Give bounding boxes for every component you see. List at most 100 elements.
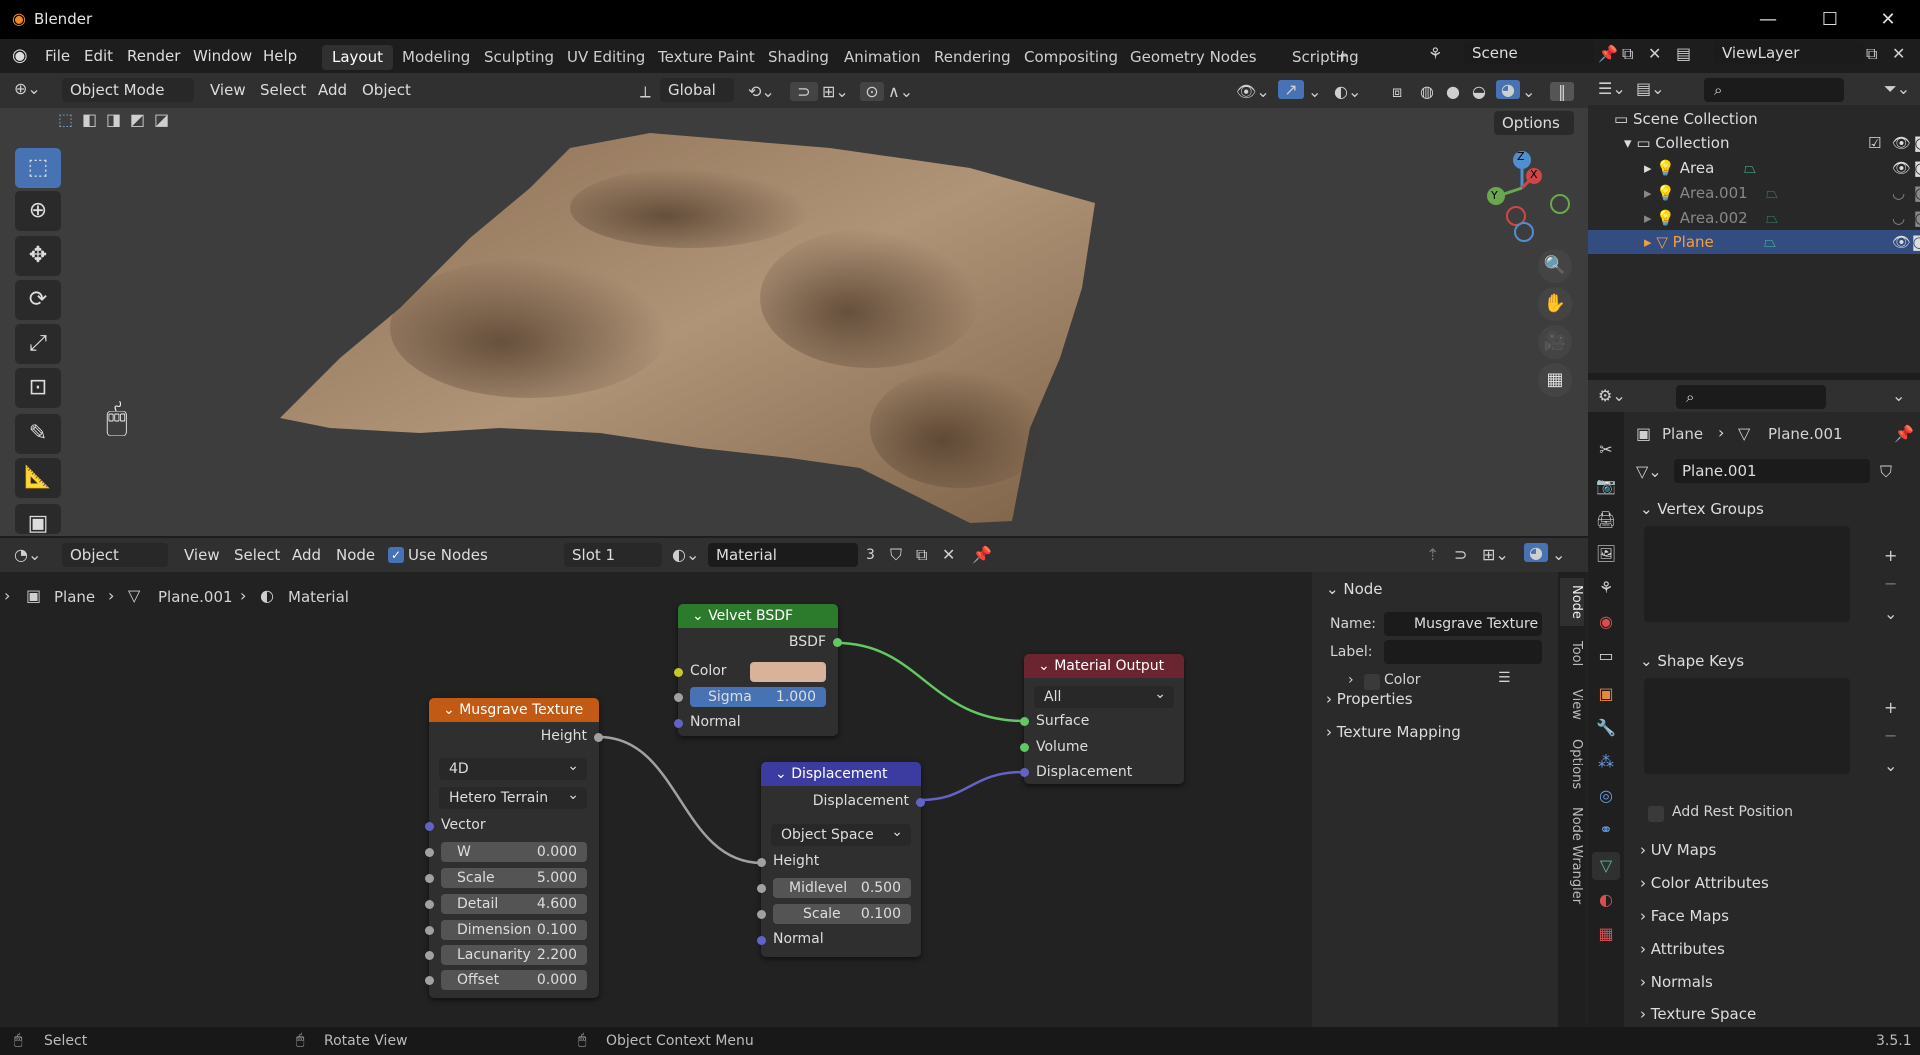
rendered-shading-icon[interactable]: ◕ <box>1496 80 1520 99</box>
select-intersect-icon[interactable]: ◪ <box>154 110 169 129</box>
outliner-editor-icon[interactable]: ☰⌄ <box>1598 79 1626 98</box>
tab-geometry-nodes[interactable]: Geometry Nodes <box>1120 45 1267 70</box>
constraints-tab-icon[interactable]: ⚭ <box>1592 816 1620 844</box>
orientation-dropdown[interactable]: Global <box>660 78 734 102</box>
musgrave-texture-node[interactable]: ⌄ Musgrave Texture Height 4D Hetero Terr… <box>425 698 603 998</box>
new-view-layer-icon[interactable]: ⧉ <box>1866 44 1877 64</box>
visibility-eye-icon[interactable]: 👁 <box>1892 156 1911 180</box>
wireframe-shading-icon[interactable]: ◍ <box>1420 82 1434 101</box>
mesh-name-field[interactable]: Plane.001 <box>1674 459 1870 483</box>
physics-tab-icon[interactable]: ◎ <box>1592 782 1620 810</box>
node-snap-icon[interactable]: ⊃ <box>1454 545 1467 564</box>
move-tool-button[interactable]: ✥ <box>15 236 61 276</box>
editor-type-icon[interactable]: ⊕⌄ <box>14 79 41 98</box>
tab-rendering[interactable]: Rendering <box>924 45 1021 70</box>
visibility-eye-icon[interactable]: 👁 <box>1892 230 1911 254</box>
terrain-mesh[interactable] <box>270 128 1110 536</box>
3d-viewport[interactable]: ⬚ ◧ ◨ ◩ ◪ ⬚ ⊕ ✥ ⟳ ⤢ ⊡ ✎ 📐 ▣ 🖱 Z X Y 🔍 ✋ … <box>0 108 1588 536</box>
height-in-socket[interactable] <box>757 858 766 867</box>
w-socket[interactable] <box>425 848 434 857</box>
collapse-arrow-icon[interactable]: ▾ <box>1624 134 1636 152</box>
xray-icon[interactable]: ⧈ <box>1392 82 1402 102</box>
remove-shape-key-icon[interactable]: − <box>1884 726 1897 745</box>
node-label-field[interactable] <box>1384 640 1542 664</box>
volume-socket[interactable] <box>1020 743 1029 752</box>
space-dropdown[interactable]: Object Space <box>771 821 911 846</box>
offset-socket[interactable] <box>425 976 434 985</box>
options-dropdown[interactable]: Options <box>1494 111 1574 135</box>
color-socket[interactable] <box>674 668 683 677</box>
perspective-grid-icon[interactable]: ▦ <box>1538 363 1572 397</box>
midlevel-field[interactable]: Midlevel 0.500 <box>773 878 911 898</box>
minimize-button[interactable]: — <box>1740 0 1796 39</box>
color-attributes-section[interactable]: › Color Attributes <box>1640 868 1910 898</box>
remove-vertex-group-icon[interactable]: − <box>1884 574 1897 593</box>
properties-search[interactable]: ⌕ <box>1676 385 1826 409</box>
outliner-item-plane[interactable]: ▸ ▽ Plane ⏢ 👁 ◙ <box>1588 230 1920 254</box>
camera-view-icon[interactable]: 🎥 <box>1538 325 1572 359</box>
transform-orientation-icon[interactable]: ⟂ <box>640 82 651 102</box>
surface-socket[interactable] <box>1020 717 1029 726</box>
object-mode-dropdown[interactable]: Object Mode <box>62 78 194 102</box>
tab-texture-paint[interactable]: Texture Paint <box>648 45 765 70</box>
tab-sculpting[interactable]: Sculpting <box>474 45 564 70</box>
sigma-socket[interactable] <box>674 693 683 702</box>
sigma-field[interactable]: Sigma 1.000 <box>690 687 826 707</box>
node-menu-select[interactable]: Select <box>234 543 280 567</box>
collection-row[interactable]: ▾ ▭ Collection ☑ 👁◙ <box>1624 131 1920 155</box>
outliner-item-area-001[interactable]: ▸ 💡 Area.001 ⏢ ◡ ◙ <box>1644 181 1920 205</box>
tab-compositing[interactable]: Compositing <box>1014 45 1128 70</box>
outliner-item-area[interactable]: ▸ 💡 Area ⏢ 👁◙ <box>1644 156 1920 180</box>
select-invert-icon[interactable]: ◩ <box>130 110 145 129</box>
menu-file[interactable]: File <box>45 47 70 65</box>
material-shading-icon[interactable]: ◒ <box>1472 82 1486 101</box>
select-subtract-icon[interactable]: ◨ <box>106 110 121 129</box>
musgrave-dimension-dropdown[interactable]: 4D <box>439 755 587 780</box>
view-layer-tab-icon[interactable]: 🖼 <box>1592 540 1620 568</box>
collapse-icon[interactable]: ⌄ <box>443 702 459 718</box>
attributes-section[interactable]: › Attributes <box>1640 934 1910 964</box>
add-workspace-icon[interactable]: + <box>1336 46 1349 65</box>
output-tab-icon[interactable]: 🖨 <box>1592 506 1620 534</box>
node-menu-view[interactable]: View <box>184 543 220 567</box>
vertex-group-menu-icon[interactable]: ⌄ <box>1884 604 1897 623</box>
expand-arrow-icon[interactable]: ▸ <box>1644 233 1656 251</box>
viewport-menu-add[interactable]: Add <box>318 78 347 102</box>
tab-animation[interactable]: Animation <box>834 45 930 70</box>
modifier-wrench-icon[interactable]: 🔧 <box>1592 714 1620 742</box>
musgrave-w-field[interactable]: W 0.000 <box>441 842 587 862</box>
select-box-icon[interactable]: ⬚ <box>58 110 73 129</box>
navigation-gizmo[interactable]: Z X Y <box>1470 148 1580 258</box>
texture-space-section[interactable]: › Texture Space <box>1640 999 1910 1027</box>
vertex-groups-list[interactable] <box>1644 526 1850 622</box>
menu-edit[interactable]: Edit <box>84 47 113 65</box>
add-cube-tool-button[interactable]: ▣ <box>15 504 61 536</box>
tab-modeling[interactable]: Modeling <box>392 45 480 70</box>
particles-tab-icon[interactable]: ⁂ <box>1592 748 1620 776</box>
node-menu-node[interactable]: Node <box>336 543 375 567</box>
measure-tool-button[interactable]: 📐 <box>15 458 61 498</box>
hidden-eye-icon[interactable]: ◡ <box>1892 206 1905 230</box>
texture-tab-icon[interactable]: ▦ <box>1592 920 1620 948</box>
disp-normal-socket[interactable] <box>757 936 766 945</box>
menu-window[interactable]: Window <box>193 47 252 65</box>
tab-options[interactable]: Options <box>1560 732 1584 796</box>
node-overlay-menu-icon[interactable]: ⌄ <box>1552 545 1565 564</box>
select-mode-icons[interactable]: ⬚ ◧ ◨ ◩ ◪ <box>56 110 174 134</box>
view-layer-field[interactable]: ViewLayer <box>1714 41 1864 65</box>
disp-scale-field[interactable]: Scale 0.100 <box>773 904 911 924</box>
disp-scale-socket[interactable] <box>757 910 766 919</box>
tab-layout[interactable]: Layout <box>322 45 393 70</box>
shader-type-dropdown[interactable]: Object <box>62 543 168 567</box>
unlink-material-icon[interactable]: ✕ <box>942 545 955 564</box>
proportional-edit-icon[interactable]: ⊙ <box>860 82 884 101</box>
tab-node-wrangler[interactable]: Node Wrangler <box>1560 802 1584 910</box>
shape-keys-list[interactable] <box>1644 678 1850 774</box>
material-tab-icon[interactable]: ◐ <box>1592 886 1620 914</box>
pause-icon[interactable]: ‖ <box>1550 82 1574 101</box>
parent-node-tree-icon[interactable]: ⇡ <box>1426 545 1439 564</box>
velvet-header[interactable]: ⌄ Velvet BSDF <box>678 604 838 628</box>
annotate-tool-button[interactable]: ✎ <box>15 414 61 454</box>
properties-section[interactable]: › Properties <box>1326 684 1556 714</box>
use-nodes-checkbox[interactable]: ✓ <box>388 547 404 563</box>
